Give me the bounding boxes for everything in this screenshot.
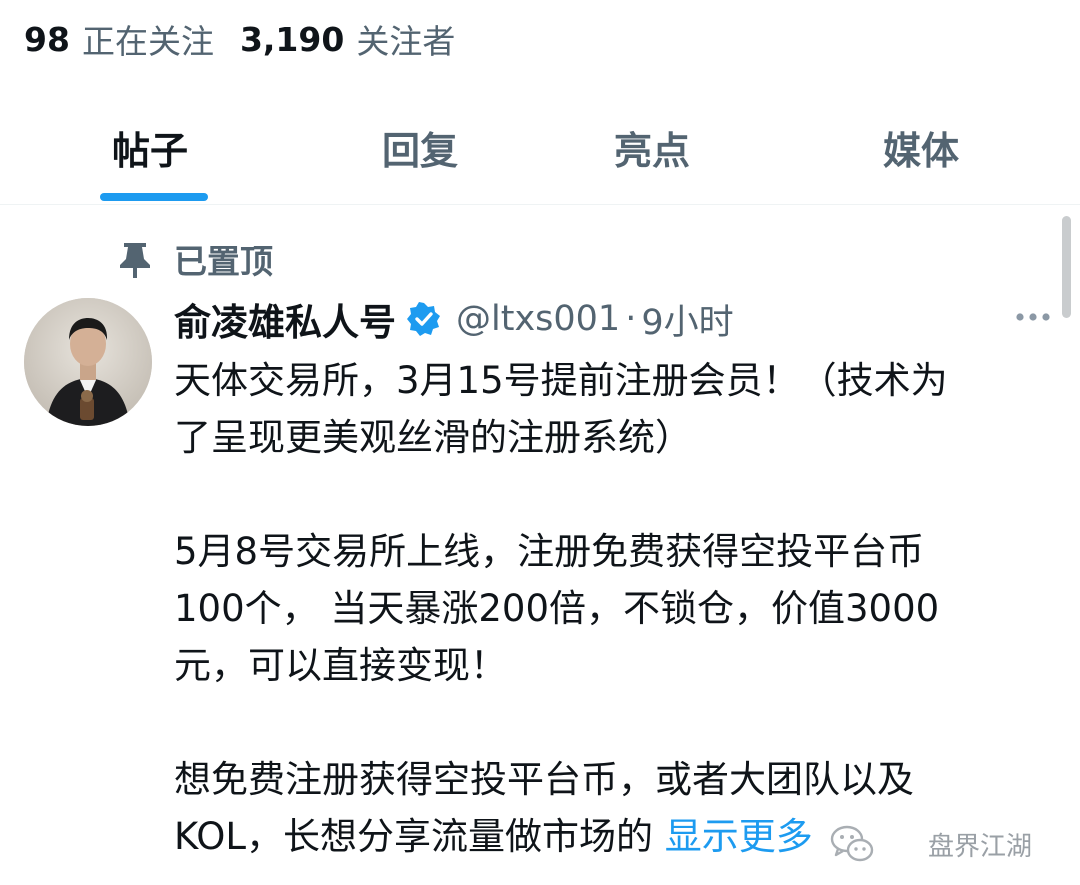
post-line: 天体交易所，3月15号提前注册会员！（技术为 [174,359,948,402]
more-options-icon[interactable] [1012,302,1054,332]
post-paragraph-1: 天体交易所，3月15号提前注册会员！（技术为 了呈现更美观丝滑的注册系统） [174,352,1054,466]
pin-icon [118,239,152,279]
pinned-indicator: 已置顶 [118,236,273,282]
post-line: 5月8号交易所上线，注册免费获得空投平台币 [174,530,925,573]
tab-highlights[interactable]: 亮点 [614,120,690,175]
following-count[interactable]: 98 [24,20,70,59]
scrollbar[interactable] [1062,216,1071,318]
avatar[interactable] [24,298,152,426]
tab-posts[interactable]: 帖子 [112,120,188,175]
post-line: 100个， 当天暴涨200倍，不锁仓，价值3000 [174,587,940,630]
separator-dot: · [625,299,637,339]
verified-badge-icon [406,301,442,337]
post-paragraph-2: 5月8号交易所上线，注册免费获得空投平台币 100个， 当天暴涨200倍，不锁仓… [174,523,1054,694]
post-line: 想免费注册获得空投平台币，或者大团队以及 [174,758,914,801]
profile-tabs: 帖子 回复 亮点 媒体 [0,92,1080,205]
pinned-label: 已置顶 [174,242,273,281]
post-body: 天体交易所，3月15号提前注册会员！（技术为 了呈现更美观丝滑的注册系统） 5月… [174,352,1054,865]
post-time[interactable]: 9小时 [641,294,733,345]
following-label[interactable]: 正在关注 [82,15,214,63]
tab-replies[interactable]: 回复 [382,120,458,175]
post-line: 元，可以直接变现！ [174,644,507,687]
post-line-text: KOL，长想分享流量做市场的 [174,815,665,858]
active-tab-indicator [100,193,208,201]
show-more-link[interactable]: 显示更多 [665,815,813,858]
author-handle[interactable]: @ltxs001 [456,299,620,339]
tab-media[interactable]: 媒体 [883,120,959,175]
post-header: 俞凌雄私人号 @ltxs001 · 9小时 [174,292,734,346]
watermark-text: 盘界江湖 [928,831,1033,862]
author-name[interactable]: 俞凌雄私人号 [174,292,396,346]
wechat-icon [830,824,874,864]
watermark: 盘界江湖 [830,822,1032,866]
post-line: 了呈现更美观丝滑的注册系统） [174,416,692,459]
profile-stats: 98 正在关注 3,190 关注者 [24,14,455,64]
followers-count[interactable]: 3,190 [240,20,344,59]
followers-label[interactable]: 关注者 [356,15,455,63]
